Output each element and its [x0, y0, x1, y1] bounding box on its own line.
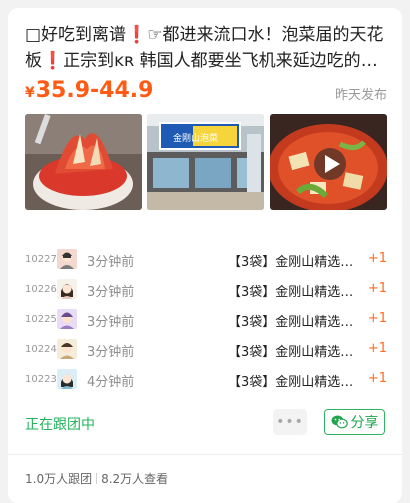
product-name: 【3袋】金刚山精选泡菜 — [228, 285, 361, 300]
follow-time: 3分钟前 — [87, 315, 135, 330]
follow-time: 3分钟前 — [87, 345, 135, 360]
follow-time: 3分钟前 — [87, 255, 135, 270]
product-name: 【3袋】金刚山精选泡菜 — [228, 345, 361, 360]
quantity: +1 — [367, 311, 387, 326]
follower-list: 10227 3分钟前 【3袋】金刚山精选泡菜 +1 10226 3分钟前 【3袋… — [25, 246, 387, 396]
stats-separator — [96, 473, 98, 484]
kimchi-bowl-image[interactable] — [25, 114, 142, 210]
list-item[interactable]: 10227 3分钟前 【3袋】金刚山精选泡菜 +1 — [25, 246, 387, 276]
join-count: 1.0万人跟团 — [25, 472, 93, 486]
product-name: 【3袋】金刚山精选泡菜 — [228, 255, 361, 270]
price-range: 35.9-44.9 — [35, 78, 154, 103]
follower-number: 10223 — [25, 374, 57, 385]
price: ¥35.9-44.9 — [25, 78, 153, 103]
post-stats: 1.0万人跟团 8.2万人查看 — [25, 470, 168, 487]
product-name: 【3袋】金刚山精选泡菜 — [228, 375, 361, 390]
wechat-icon — [331, 415, 348, 429]
follower-number: 10227 — [25, 254, 57, 265]
quantity: +1 — [367, 281, 387, 296]
list-item[interactable]: 10224 3分钟前 【3袋】金刚山精选泡菜 +1 — [25, 336, 387, 366]
quantity: +1 — [367, 341, 387, 356]
share-label: 分享 — [350, 415, 379, 431]
more-dots-icon: ••• — [276, 414, 304, 430]
avatar — [57, 249, 77, 269]
list-item[interactable]: 10225 3分钟前 【3袋】金刚山精选泡菜 +1 — [25, 306, 387, 336]
kimchi-stew-video-image[interactable] — [270, 114, 387, 210]
quantity: +1 — [367, 251, 387, 266]
follower-number: 10226 — [25, 284, 57, 295]
currency-symbol: ¥ — [25, 85, 35, 101]
list-item[interactable]: 10223 4分钟前 【3袋】金刚山精选泡菜 +1 — [25, 366, 387, 396]
publish-time: 昨天发布 — [334, 88, 387, 103]
avatar — [57, 309, 77, 329]
avatar — [57, 339, 77, 359]
follow-time: 4分钟前 — [87, 375, 135, 390]
divider — [8, 454, 402, 455]
follower-number: 10224 — [25, 344, 57, 355]
following-status[interactable]: 正在跟团中 — [25, 414, 95, 434]
price-row: ¥35.9-44.9 昨天发布 — [25, 78, 387, 108]
product-name: 【3袋】金刚山精选泡菜 — [228, 315, 361, 330]
post-title[interactable]: □好吃到离谱❗☞都进来流口水！泡菜届的天花板❗正宗到ᴋʀ 韩国人都要坐飞机来延边… — [25, 22, 387, 74]
view-count: 8.2万人查看 — [101, 472, 169, 486]
avatar — [57, 369, 77, 389]
storefront-sign-text: 金刚山泡菜 — [173, 132, 218, 144]
more-button[interactable]: ••• — [273, 409, 307, 435]
follower-number: 10225 — [25, 314, 57, 325]
follow-time: 3分钟前 — [87, 285, 135, 300]
list-item[interactable]: 10226 3分钟前 【3袋】金刚山精选泡菜 +1 — [25, 276, 387, 306]
share-button[interactable]: 分享 — [324, 409, 385, 435]
avatar — [57, 279, 77, 299]
image-gallery: 金刚山泡菜 — [25, 114, 387, 210]
quantity: +1 — [367, 371, 387, 386]
restaurant-storefront-image[interactable]: 金刚山泡菜 — [147, 114, 264, 210]
group-buy-card[interactable]: □好吃到离谱❗☞都进来流口水！泡菜届的天花板❗正宗到ᴋʀ 韩国人都要坐飞机来延边… — [8, 8, 402, 503]
